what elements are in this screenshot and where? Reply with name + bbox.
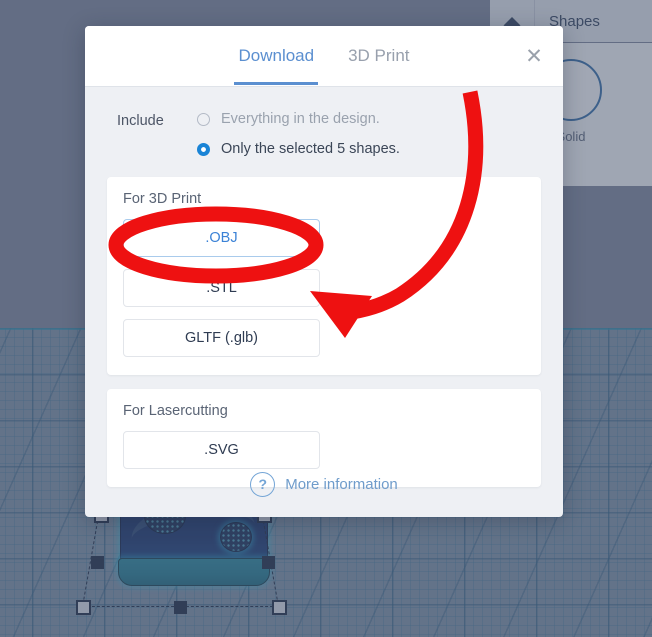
question-mark-icon: ?: [250, 471, 276, 497]
card-title-lasercutting: For Lasercutting: [123, 403, 228, 419]
close-icon[interactable]: ✕: [519, 41, 549, 71]
download-obj-button[interactable]: .OBJ: [123, 219, 320, 257]
include-radio-group: Everything in the design. Only the selec…: [185, 111, 400, 157]
radio-only-selected-label: Only the selected 5 shapes.: [221, 141, 400, 157]
include-label: Include: [117, 113, 164, 129]
more-information-link[interactable]: ? More information: [85, 451, 563, 517]
radio-checked-icon: [197, 142, 210, 156]
radio-only-selected-shapes[interactable]: Only the selected 5 shapes.: [197, 141, 400, 157]
radio-everything-in-design[interactable]: Everything in the design.: [197, 111, 400, 127]
download-stl-button[interactable]: .STL: [123, 269, 320, 307]
download-gltf-button[interactable]: GLTF (.glb): [123, 319, 320, 357]
include-section: Include Everything in the design. Only t…: [107, 107, 541, 163]
card-title-3d-print: For 3D Print: [123, 191, 202, 207]
dialog-header: Download 3D Print ✕: [85, 26, 563, 87]
card-for-3d-print: For 3D Print .OBJ .STL GLTF (.glb): [107, 177, 541, 375]
dialog-body: Include Everything in the design. Only t…: [85, 87, 563, 487]
tab-download[interactable]: Download: [234, 29, 318, 85]
more-information-label: More information: [285, 475, 398, 493]
download-dialog: Download 3D Print ✕ Include Everything i…: [85, 26, 563, 517]
tinkercad-screen: Shapes Solid Download 3D Print ✕ Include…: [0, 0, 652, 637]
format-button-group-3d: .OBJ .STL GLTF (.glb): [123, 219, 525, 357]
radio-everything-label: Everything in the design.: [221, 111, 380, 127]
radio-unchecked-icon: [197, 112, 210, 126]
tab-3d-print[interactable]: 3D Print: [344, 29, 413, 84]
